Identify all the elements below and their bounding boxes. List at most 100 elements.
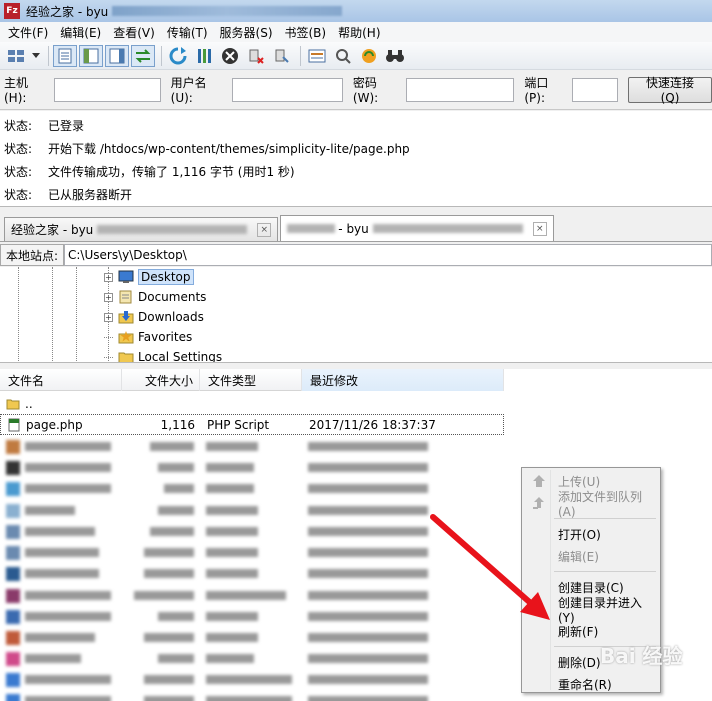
redacted-text [206,505,258,515]
tree-expander[interactable]: + [104,272,113,282]
file-row-redacted[interactable] [0,585,500,606]
toggle-log-icon[interactable] [53,44,77,67]
file-list-header: 文件名 文件大小 文件类型 最近修改 [0,369,504,391]
redacted-text [144,547,194,557]
menu-view[interactable]: 查看(V) [107,24,161,41]
tree-expander[interactable]: + [104,292,113,302]
file-icon [6,588,20,603]
column-modified[interactable]: 最近修改 [302,369,504,391]
refresh-icon[interactable] [166,45,190,67]
file-row-parent[interactable]: .. [0,393,122,414]
username-input[interactable] [232,77,343,102]
tree-item-local-settings[interactable]: Local Settings [104,347,222,362]
file-row-redacted[interactable] [0,648,500,669]
tree-item-desktop[interactable]: + Desktop [104,267,194,287]
file-row-redacted[interactable] [0,627,500,648]
column-filesize[interactable]: 文件大小 [122,369,200,391]
add-queue-icon [533,497,544,509]
tree-item-favorites[interactable]: Favorites [104,327,192,347]
tree-item-downloads[interactable]: + Downloads [104,307,204,327]
connection-tabs: 经验之家 - byu × - byu × [0,208,712,242]
file-row-redacted[interactable] [0,563,500,584]
file-icon [6,439,20,454]
tree-item-documents[interactable]: + Documents [104,287,206,307]
ctx-open[interactable]: 打开(O) [524,523,658,545]
file-row-redacted[interactable] [0,500,500,521]
file-row-page-php[interactable]: page.php 1,116 PHP Script 2017/11/26 18:… [0,414,504,435]
menu-help[interactable]: 帮助(H) [332,24,386,41]
ctx-refresh[interactable]: 刷新(F) [524,620,658,642]
menu-server[interactable]: 服务器(S) [214,24,279,41]
menu-edit[interactable]: 编辑(E) [54,24,107,41]
parent-folder-icon [6,399,20,409]
menu-transfer[interactable]: 传输(T) [161,24,214,41]
redacted-text [25,484,111,493]
redacted-text [158,505,194,515]
upload-arrow-icon [533,475,545,487]
menu-file[interactable]: 文件(F) [2,24,54,41]
file-row-redacted[interactable] [0,606,500,627]
log-line: 状态: 文件传输成功，传输了 1,116 字节 (用时1 秒) [0,160,712,183]
process-queue-icon[interactable] [192,45,216,67]
filter-icon[interactable] [305,45,329,67]
column-filename[interactable]: 文件名 [0,369,122,391]
file-size: 1,116 [160,417,195,432]
log-line: 状态: 已登录 [0,114,712,137]
file-row-redacted[interactable] [0,690,500,701]
sync-browse-icon[interactable] [357,45,381,67]
log-key: 状态: [4,142,33,156]
redacted-text [134,590,194,600]
ctx-rename[interactable]: 重命名(R) [524,673,658,695]
tab-close-icon[interactable]: × [257,222,272,237]
ctx-add-to-queue[interactable]: 添加文件到队列(A) [524,490,658,519]
menu-bookmarks[interactable]: 书签(B) [279,24,333,41]
tree-item-label: Favorites [138,330,193,344]
file-row-redacted[interactable] [0,436,500,457]
file-icon [6,693,20,701]
redacted-text [308,526,428,536]
redacted-text [308,653,428,663]
search-icon[interactable] [383,45,407,67]
file-row-redacted[interactable] [0,669,500,690]
toggle-local-tree-icon[interactable] [79,44,103,67]
toolbar-separator [48,45,49,66]
port-input[interactable] [572,77,618,102]
file-row-redacted[interactable] [0,457,500,478]
context-menu-separator [554,571,656,572]
ctx-create-directory-enter[interactable]: 创建目录并进入(Y) [524,596,658,625]
reconnect-icon[interactable] [270,45,294,67]
host-label: 主机(H): [4,76,29,105]
file-row-redacted[interactable] [0,542,500,563]
redacted-text [25,506,75,515]
redacted-text [25,442,111,451]
tree-expander[interactable]: + [104,312,113,322]
host-input[interactable] [53,77,161,102]
file-row-redacted[interactable] [0,478,500,499]
tree-connector [104,336,113,338]
quickconnect-button[interactable]: 快速连接(Q) [627,76,712,105]
connection-tab-1[interactable]: 经验之家 - byu × [4,217,279,241]
toggle-remote-tree-icon[interactable] [105,44,129,67]
local-path-input[interactable]: C:\Users\y\Desktop\ [64,244,712,266]
redacted-text [206,526,258,536]
dropdown-arrow-icon[interactable] [30,45,42,67]
redacted-text [206,611,258,621]
ctx-edit[interactable]: 编辑(E) [524,545,658,567]
site-manager-icon[interactable] [4,45,28,67]
window-title-redacted [112,6,343,16]
password-input[interactable] [405,77,515,102]
file-row-redacted[interactable] [0,521,500,542]
column-filetype[interactable]: 文件类型 [200,369,302,391]
compare-icon[interactable] [331,45,355,67]
tab-close-icon[interactable]: × [532,221,547,236]
disconnect-icon[interactable] [244,45,268,67]
tab-label: 经验之家 - byu [11,223,94,237]
redacted-text [144,674,194,684]
connection-tab-2[interactable]: - byu × [280,215,554,241]
redacted-text [308,611,428,621]
cancel-icon[interactable] [218,45,242,67]
log-text: 已从服务器断开 [48,188,133,202]
toggle-queue-icon[interactable] [131,44,155,67]
redacted-text [25,569,99,578]
redacted-text [158,611,194,621]
